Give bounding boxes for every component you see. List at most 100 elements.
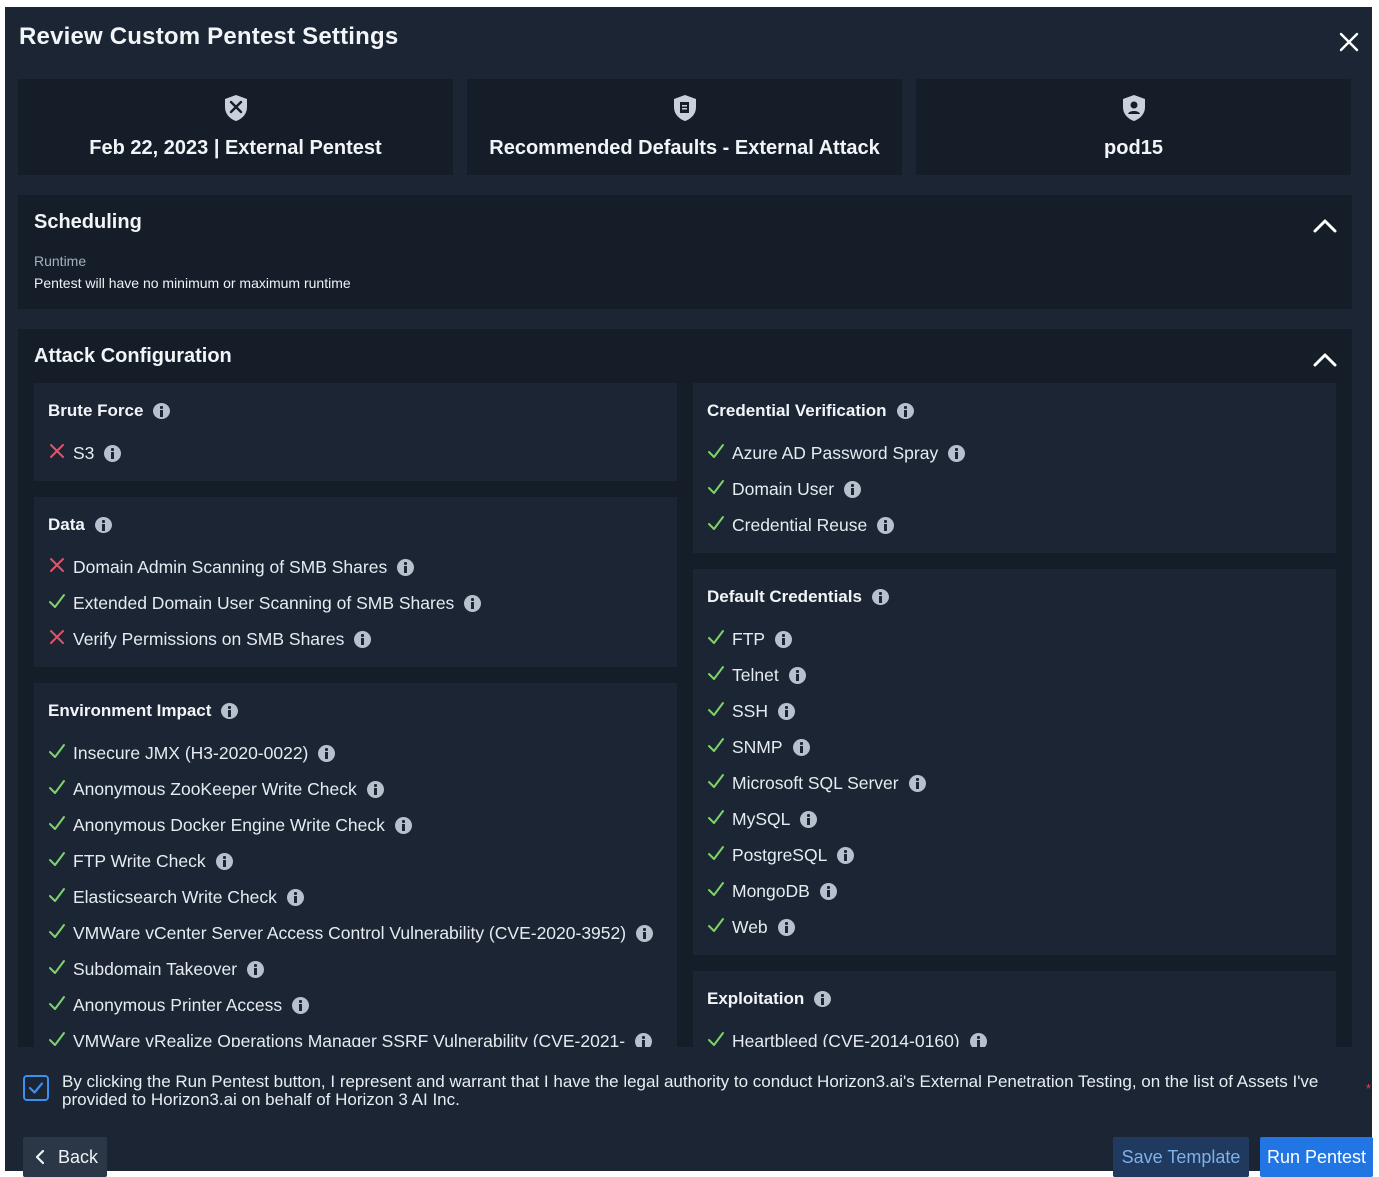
info-icon[interactable] [215,852,233,870]
section-title: Scheduling [34,211,142,233]
panel-title: Data [48,515,112,535]
info-icon[interactable] [896,403,914,419]
panel-title-text: Credential Verification [707,401,887,420]
list-item: Heartbleed (CVE-2014-0160) [707,1023,1326,1047]
consent-checkbox[interactable] [23,1075,49,1101]
save-template-button[interactable]: Save Template [1113,1137,1249,1177]
panel-brute-force: Brute Force S3 [34,383,677,481]
info-icon[interactable] [153,403,171,419]
info-icon[interactable] [844,480,862,498]
item-label: Microsoft SQL Server [732,772,899,793]
check-icon [48,958,73,981]
list-item: SNMP [707,729,1326,765]
panel-title-text: Environment Impact [48,701,212,720]
summary-card-pod: pod15 [916,79,1351,175]
info-icon[interactable] [318,744,336,762]
info-icon[interactable] [837,846,855,864]
info-icon[interactable] [292,996,310,1014]
info-icon[interactable] [775,630,793,648]
panel-title-text: Brute Force [48,401,144,420]
item-label: SSH [732,700,768,721]
check-icon [48,850,73,873]
info-icon[interactable] [366,780,384,798]
info-icon[interactable] [969,1032,987,1047]
cross-icon [48,556,73,579]
run-pentest-button[interactable]: Run Pentest [1260,1137,1373,1177]
list-item: Telnet [707,657,1326,693]
check-icon [707,844,732,867]
card-label: Feb 22, 2023 | External Pentest [89,137,382,159]
attack-configuration-section: Attack Configuration Brute Force S3 Data Do… [18,329,1352,1047]
consent-row: By clicking the Run Pentest button, I re… [23,1073,1371,1113]
panel-exploitation: Exploitation Heartbleed (CVE-2014-0160) [693,971,1336,1047]
list-item: Elasticsearch Write Check [48,879,667,915]
item-label: Telnet [732,664,779,685]
summary-card-template: Recommended Defaults - External Attack [467,79,902,175]
info-icon[interactable] [464,594,482,612]
panel-title: Environment Impact [48,701,239,721]
list-item: Domain Admin Scanning of SMB Shares [48,549,667,585]
check-icon [707,880,732,903]
info-icon[interactable] [908,774,926,792]
info-icon[interactable] [394,816,412,834]
panel-data: Data Domain Admin Scanning of SMB Shares E… [34,497,677,667]
check-icon [707,736,732,759]
info-icon[interactable] [354,630,372,648]
list-item: FTP [707,621,1326,657]
info-icon[interactable] [792,738,810,756]
user-shield-icon [1119,93,1149,123]
info-icon[interactable] [247,960,265,978]
info-icon[interactable] [877,516,895,534]
chevron-up-icon[interactable] [1312,216,1338,234]
back-button[interactable]: Back [23,1137,107,1177]
close-icon[interactable] [1334,27,1364,57]
list-item: Insecure JMX (H3-2020-0022) [48,735,667,771]
info-icon[interactable] [777,702,795,720]
info-icon[interactable] [814,991,832,1007]
info-icon[interactable] [104,444,122,462]
chevron-up-icon[interactable] [1312,350,1338,368]
info-icon[interactable] [800,810,818,828]
item-label: S3 [73,442,95,463]
item-label: Credential Reuse [732,514,868,535]
list-item: Credential Reuse [707,507,1326,543]
check-icon [707,808,732,831]
panel-title: Brute Force [48,401,171,421]
info-icon[interactable] [221,703,239,719]
check-icon [707,442,732,465]
check-icon [48,994,73,1017]
panel-default-credentials: Default Credentials FTP Telnet SSH SNMP Micro… [693,569,1336,955]
info-icon[interactable] [636,924,654,942]
item-list: S3 [48,435,667,471]
item-label: Heartbleed (CVE-2014-0160) [732,1030,960,1048]
item-label: Verify Permissions on SMB Shares [73,628,345,649]
runtime-label: Runtime [34,253,87,269]
item-list: Domain Admin Scanning of SMB Shares Exten… [48,549,667,657]
info-icon[interactable] [788,666,806,684]
panel-title: Credential Verification [707,401,914,421]
info-icon[interactable] [871,589,889,605]
info-icon[interactable] [635,1032,653,1047]
list-item: MySQL [707,801,1326,837]
check-icon [48,742,73,765]
list-item: MongoDB [707,873,1326,909]
item-list: Insecure JMX (H3-2020-0022) Anonymous Zoo… [48,735,667,1047]
item-list: Azure AD Password Spray Domain User Creden… [707,435,1326,543]
info-icon[interactable] [397,558,415,576]
info-icon[interactable] [286,888,304,906]
item-label: VMWare vRealize Operations Manager SSRF … [73,1030,626,1048]
required-mark: * [1365,1081,1371,1096]
check-icon [48,592,73,615]
list-item: Anonymous ZooKeeper Write Check [48,771,667,807]
info-icon[interactable] [948,444,966,462]
info-icon[interactable] [819,882,837,900]
item-label: Anonymous ZooKeeper Write Check [73,778,357,799]
panel-title-text: Exploitation [707,989,805,1008]
list-item: Verify Permissions on SMB Shares [48,621,667,657]
item-label: MongoDB [732,880,810,901]
info-icon[interactable] [94,517,112,533]
list-item: Subdomain Takeover [48,951,667,987]
info-icon[interactable] [777,918,795,936]
item-label: Azure AD Password Spray [732,442,939,463]
summary-card-pentest: Feb 22, 2023 | External Pentest [18,79,453,175]
